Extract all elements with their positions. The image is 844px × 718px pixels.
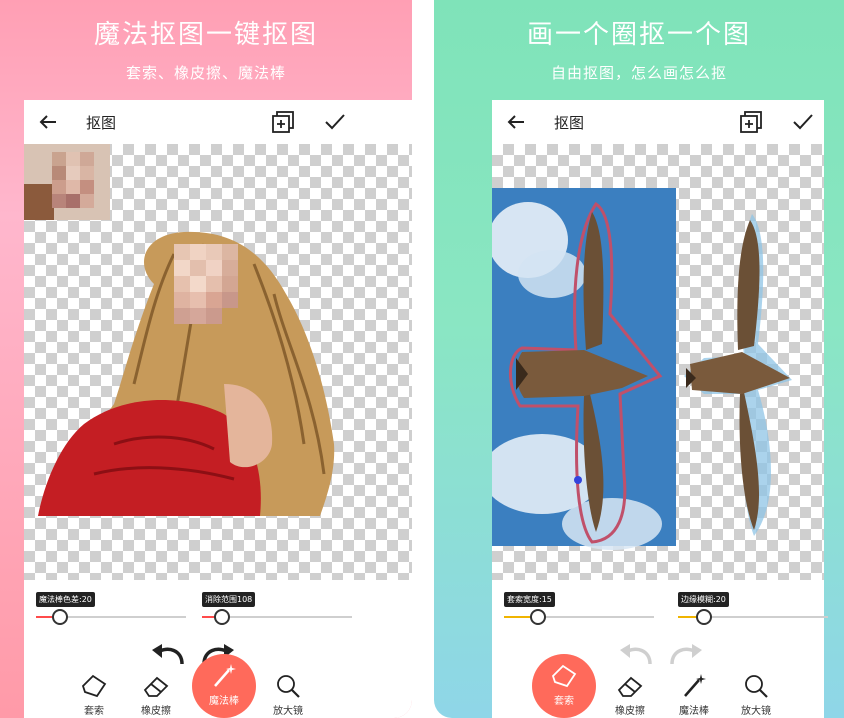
slider-thumb[interactable] (530, 609, 546, 625)
edit-canvas[interactable] (24, 144, 412, 580)
lasso-width-slider[interactable]: 套索宽度:15 (504, 592, 654, 632)
redo-icon[interactable] (666, 638, 706, 668)
add-layer-icon[interactable] (738, 109, 764, 135)
tool-magic-wand[interactable]: 魔法棒 (664, 672, 724, 718)
tool-magic-wand[interactable]: 魔法棒 (192, 654, 256, 718)
magnifier-icon (745, 675, 768, 698)
slider-thumb[interactable] (52, 609, 68, 625)
eraser-icon (617, 676, 643, 697)
slider-area: 套索宽度:15 边缘模糊:20 (492, 592, 828, 632)
subline: 套索、橡皮擦、魔法棒 (125, 64, 286, 82)
tool-bar: 套索 橡皮擦 魔法棒 放大镜 (24, 654, 412, 718)
slider-label: 魔法棒色差:20 (36, 592, 95, 607)
back-arrow-icon[interactable] (36, 110, 60, 134)
subject-cutout (38, 231, 335, 516)
tool-lasso[interactable]: 套索 (532, 654, 596, 718)
tool-label: 放大镜 (741, 706, 771, 717)
edge-blur-slider[interactable]: 边缘模糊:20 (678, 592, 828, 632)
confirm-check-icon[interactable] (322, 109, 348, 135)
magic-wand-icon (684, 674, 706, 697)
tool-eraser[interactable]: 橡皮擦 (126, 672, 186, 718)
tool-eraser[interactable]: 橡皮擦 (600, 672, 660, 718)
tool-bar: 套索 橡皮擦 魔法棒 放大镜 (492, 654, 824, 718)
back-arrow-icon[interactable] (504, 110, 528, 134)
tool-magnifier[interactable]: 放大镜 (258, 672, 318, 718)
undo-icon[interactable] (616, 638, 656, 668)
slider-thumb[interactable] (696, 609, 712, 625)
slider-label: 边缘模糊:20 (678, 592, 729, 607)
headline: 画一个圈抠一个图 (526, 20, 751, 50)
sky-photo-with-lasso (492, 188, 676, 550)
eraser-icon (143, 676, 169, 697)
magic-wand-icon (214, 664, 236, 687)
lasso-icon (551, 664, 577, 688)
screen-title: 抠图 (86, 114, 117, 132)
headline: 魔法抠图一键抠图 (93, 20, 318, 50)
tool-label: 魔法棒 (679, 706, 709, 717)
erase-range-slider[interactable]: 消除范围108 (202, 592, 352, 632)
screen-title: 抠图 (554, 114, 585, 132)
app-screen: 抠图 (24, 100, 412, 718)
tool-label: 橡皮擦 (615, 706, 645, 717)
tool-magnifier[interactable]: 放大镜 (726, 672, 786, 718)
top-bar: 抠图 (492, 100, 824, 144)
promo-panel-magic-cutout: 魔法抠图一键抠图 套索、橡皮擦、魔法棒 抠图 魔法棒色差:20 消除范围108 … (0, 0, 412, 718)
promo-panel-lasso-cutout: 画一个圈抠一个图 自由抠图，怎么画怎么抠 抠图 套索宽度:15 边缘模糊:20 … (434, 0, 844, 718)
tool-label: 魔法棒 (209, 696, 239, 707)
slider-label: 套索宽度:15 (504, 592, 555, 607)
bird-cutout-result (684, 214, 792, 536)
edit-canvas[interactable] (492, 144, 824, 580)
lasso-icon (81, 674, 107, 698)
slider-area: 魔法棒色差:20 消除范围108 (24, 592, 412, 632)
thumbnail-preview (24, 144, 110, 220)
undo-icon[interactable] (148, 638, 188, 668)
tool-lasso[interactable]: 套索 (64, 672, 124, 718)
magnifier-icon (277, 675, 300, 698)
slider-label: 消除范围108 (202, 592, 256, 607)
add-layer-icon[interactable] (270, 109, 296, 135)
tool-label: 套索 (84, 706, 104, 717)
app-screen: 抠图 (492, 100, 828, 718)
subline: 自由抠图，怎么画怎么抠 (550, 64, 727, 82)
tool-label: 套索 (554, 696, 574, 707)
confirm-check-icon[interactable] (790, 109, 816, 135)
tool-label: 橡皮擦 (141, 706, 171, 717)
top-bar: 抠图 (24, 100, 412, 144)
tool-label: 放大镜 (273, 706, 303, 717)
slider-thumb[interactable] (214, 609, 230, 625)
magic-wand-tolerance-slider[interactable]: 魔法棒色差:20 (36, 592, 186, 632)
